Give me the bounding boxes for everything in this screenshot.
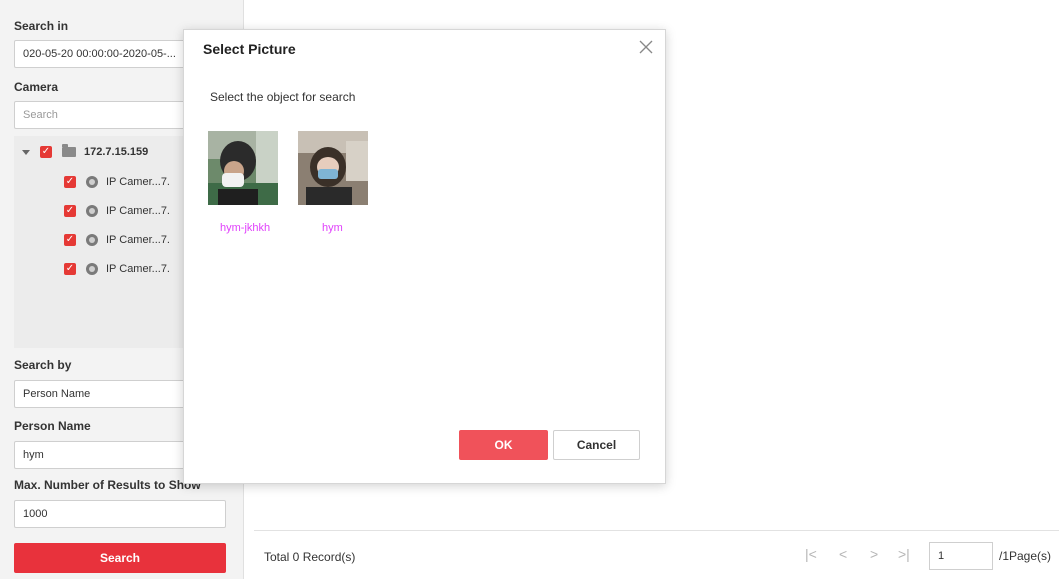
tree-item[interactable]: ✓ IP Camer...7. [64,172,170,192]
tree-item[interactable]: ✓ IP Camer...7. [64,259,170,279]
select-picture-dialog: Select Picture Select the object for sea… [183,29,666,484]
picture-thumbnail[interactable] [208,131,278,205]
search-button[interactable]: Search [14,543,226,573]
checkbox-checked-icon[interactable]: ✓ [64,205,76,217]
page-number-input[interactable]: 1 [929,542,993,570]
picture-name: hym-jkhkh [220,222,271,234]
prev-page-icon[interactable]: < [839,546,847,562]
tree-item-label: IP Camer...7. [106,263,170,275]
picture-thumbnail[interactable] [298,131,368,205]
dialog-title: Select Picture [203,41,296,57]
max-results-input[interactable]: 1000 [14,500,226,528]
close-icon[interactable] [639,40,653,54]
person-name-label: Person Name [14,419,91,433]
checkbox-checked-icon[interactable]: ✓ [40,146,52,158]
tree-item[interactable]: ✓ IP Camer...7. [64,201,170,221]
ok-button[interactable]: OK [459,430,548,460]
tree-root-label: 172.7.15.159 [84,146,149,158]
max-results-label: Max. Number of Results to Show [14,478,201,492]
camera-icon [86,205,98,217]
next-page-icon[interactable]: > [870,546,878,562]
tree-item[interactable]: ✓ IP Camer...7. [64,230,170,250]
search-in-label: Search in [14,19,69,33]
checkbox-checked-icon[interactable]: ✓ [64,176,76,188]
cancel-button[interactable]: Cancel [553,430,640,460]
checkbox-checked-icon[interactable]: ✓ [64,234,76,246]
checkbox-checked-icon[interactable]: ✓ [64,263,76,275]
camera-icon [86,263,98,275]
last-page-icon[interactable]: >| [898,546,910,562]
footer-divider [254,530,1059,531]
dialog-subtitle: Select the object for search [210,90,356,104]
camera-icon [86,176,98,188]
search-by-label: Search by [14,358,72,372]
camera-icon [86,234,98,246]
page-total-text: /1Page(s) [999,549,1052,563]
tree-item-label: IP Camer...7. [106,205,170,217]
camera-label: Camera [14,80,59,94]
folder-icon [62,144,76,157]
tree-item-label: IP Camer...7. [106,234,170,246]
picture-name: hym [322,222,343,234]
tree-item-label: IP Camer...7. [106,176,170,188]
caret-down-icon[interactable] [22,149,30,155]
total-records-text: Total 0 Record(s) [264,550,356,564]
first-page-icon[interactable]: |< [805,546,817,562]
tree-root-row[interactable]: ✓ 172.7.15.159 [22,142,148,162]
